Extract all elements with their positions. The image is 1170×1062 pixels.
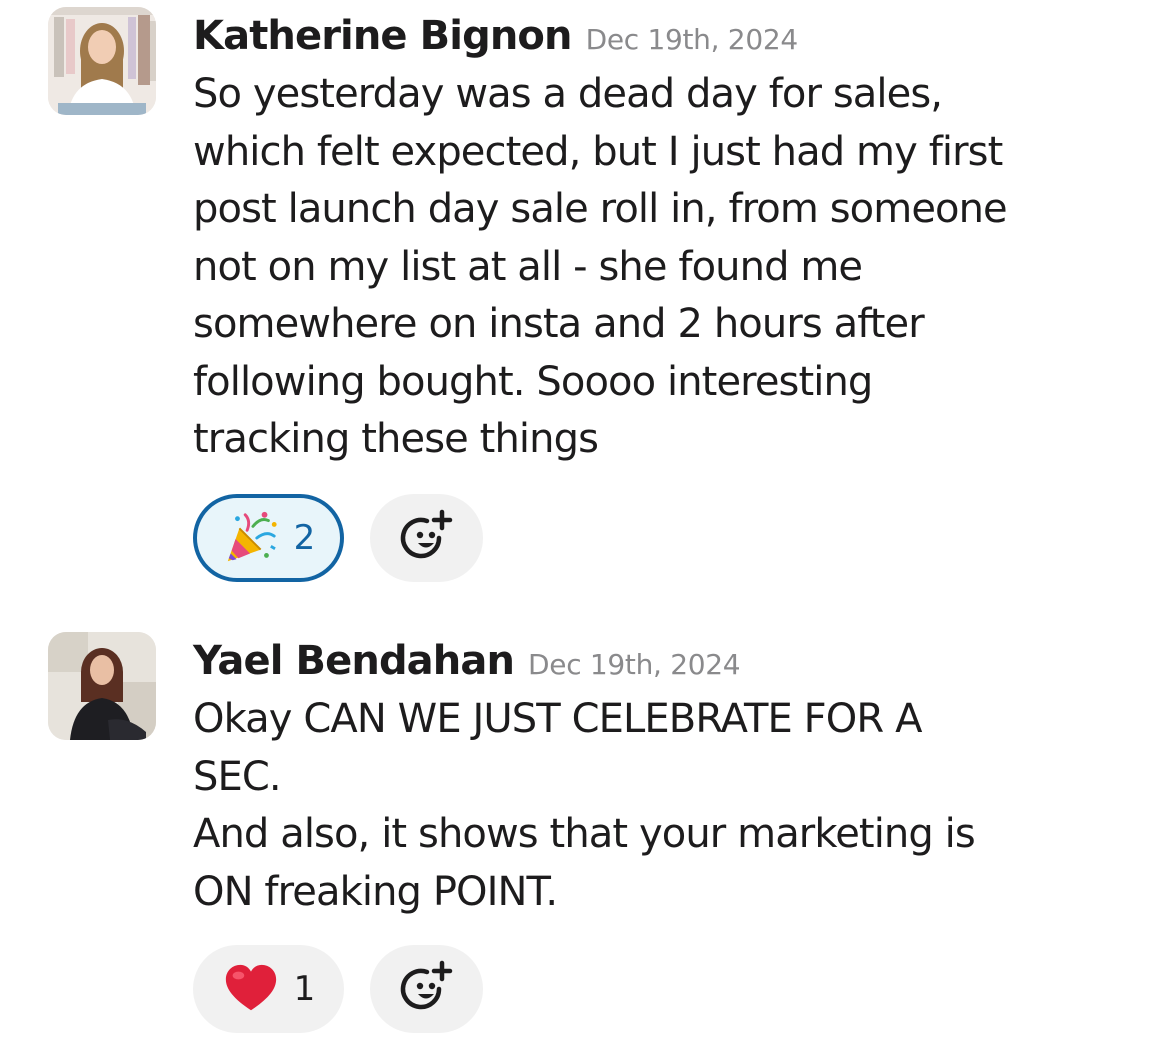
reaction-count: 1	[293, 969, 316, 1009]
message-line: post launch day sale roll in, from someo…	[193, 186, 1008, 232]
message-body: Katherine Bignon Dec 19th, 2024 So yeste…	[193, 10, 1133, 469]
reaction-party-popper[interactable]: 2	[193, 494, 344, 582]
message-line: And also, it shows that your marketing i…	[193, 811, 976, 857]
reaction-bar: 1	[193, 945, 483, 1033]
avatar[interactable]	[48, 632, 156, 740]
message-line: somewhere on insta and 2 hours after	[193, 301, 925, 347]
message-body: Yael Bendahan Dec 19th, 2024 Okay CAN WE…	[193, 635, 1133, 921]
red-heart-icon	[225, 964, 276, 1011]
avatar[interactable]	[48, 7, 156, 115]
message-line: SEC.	[193, 753, 282, 800]
reaction-bar: 2	[193, 494, 483, 582]
reaction-count: 2	[293, 518, 316, 558]
author-name[interactable]: Yael Bendahan	[193, 635, 515, 687]
reaction-red-heart[interactable]: 1	[193, 945, 344, 1033]
add-reaction-icon	[400, 960, 452, 1010]
message-line: which felt expected, but I just had my f…	[193, 128, 1003, 175]
message-text: Okay CAN WE JUST CELEBRATE FOR A SEC. An…	[193, 691, 1133, 921]
message-line: ON freaking POINT.	[193, 868, 558, 915]
message-header: Katherine Bignon Dec 19th, 2024	[193, 10, 1133, 62]
message-header: Yael Bendahan Dec 19th, 2024	[193, 635, 1133, 687]
add-reaction-button[interactable]	[370, 945, 483, 1033]
author-name[interactable]: Katherine Bignon	[193, 10, 572, 62]
message-line: not on my list at all - she found me	[193, 243, 863, 290]
avatar-photo	[48, 7, 156, 115]
message-line: So yesterday was a dead day for sales,	[193, 71, 943, 117]
avatar-photo	[48, 632, 156, 740]
message-line: Okay CAN WE JUST CELEBRATE FOR A	[193, 696, 922, 742]
timestamp[interactable]: Dec 19th, 2024	[586, 23, 799, 56]
add-reaction-icon	[400, 509, 452, 559]
message-line: tracking these things	[193, 416, 599, 462]
message-line: following bought. Soooo interesting	[193, 358, 873, 405]
message-text: So yesterday was a dead day for sales, w…	[193, 66, 1133, 469]
add-reaction-button[interactable]	[370, 494, 483, 582]
party-popper-icon	[227, 511, 277, 562]
timestamp[interactable]: Dec 19th, 2024	[528, 648, 741, 681]
